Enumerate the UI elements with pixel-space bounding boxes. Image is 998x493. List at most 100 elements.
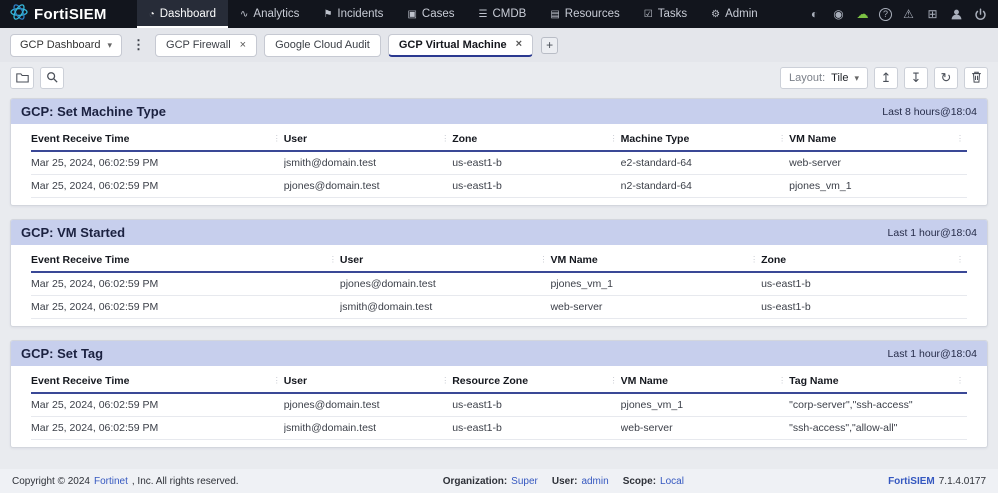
add-tab-button[interactable]: + xyxy=(541,36,559,54)
delete-button[interactable] xyxy=(964,67,988,89)
column-header[interactable]: VM Name xyxy=(550,247,762,273)
tab-gcp-firewall[interactable]: GCP Firewall × xyxy=(155,33,258,57)
column-header[interactable]: Resource Zone xyxy=(452,368,621,394)
brand[interactable]: FortiSIEM xyxy=(10,0,107,28)
table-cell: us-east1-b xyxy=(761,272,967,296)
column-header[interactable]: VM Name xyxy=(620,368,790,394)
dashboard-selector-label: GCP Dashboard xyxy=(20,39,101,51)
dashboard-tabs: GCP Firewall × Google Cloud Audit GCP Vi… xyxy=(155,33,534,57)
nav-item-incidents[interactable]: ⚑ Incidents xyxy=(311,0,395,28)
tab-label: GCP Virtual Machine xyxy=(398,38,507,51)
cloud-icon[interactable]: ☁ xyxy=(855,8,870,20)
import-button[interactable]: ↧ xyxy=(904,67,928,89)
brand-name: FortiSIEM xyxy=(34,5,107,23)
nav-item-cmdb[interactable]: ☰ CMDB xyxy=(467,0,539,28)
user-label: User: xyxy=(551,475,578,487)
panel-time-range: Last 1 hour@18:04 xyxy=(887,347,977,360)
table-row[interactable]: Mar 25, 2024, 06:02:59 PM jsmith@domain.t… xyxy=(31,295,967,319)
open-dashboard-folder-button[interactable] xyxy=(10,67,34,89)
table-cell: Mar 25, 2024, 06:02:59 PM xyxy=(31,393,284,417)
table-cell: jsmith@domain.test xyxy=(283,416,453,440)
footer: Copyright © 2024 Fortinet , Inc. All rig… xyxy=(0,469,998,493)
power-icon[interactable] xyxy=(973,7,988,21)
cmdb-icon: ☰ xyxy=(478,8,488,20)
table-cell: "corp-server","ssh-access" xyxy=(789,393,967,417)
tab-google-cloud-audit[interactable]: Google Cloud Audit xyxy=(264,33,381,57)
table-row[interactable]: Mar 25, 2024, 06:02:59 PM jsmith@domain.t… xyxy=(31,151,967,175)
download-icon: ↧ xyxy=(910,70,922,85)
apps-icon[interactable]: ⊞ xyxy=(925,8,940,20)
panel-gcp-set-machine-type: GCP: Set Machine Type Last 8 hours@18:04… xyxy=(10,98,988,206)
column-header[interactable]: User xyxy=(283,368,453,394)
table-cell: us-east1-b xyxy=(452,174,621,198)
table-cell: pjones@domain.test xyxy=(283,393,453,417)
nav-item-cases[interactable]: ▣ Cases xyxy=(395,0,466,28)
organization-value: Super xyxy=(511,475,538,487)
column-header[interactable]: Event Receive Time xyxy=(31,247,340,273)
column-header[interactable]: Machine Type xyxy=(620,126,790,152)
export-button[interactable]: ↥ xyxy=(874,67,898,89)
tasks-icon: ☑ xyxy=(643,8,653,20)
event-table: Event Receive TimeUserZoneMachine TypeVM… xyxy=(31,126,967,198)
table-cell: us-east1-b xyxy=(761,295,967,319)
panel-header[interactable]: GCP: Set Tag Last 1 hour@18:04 xyxy=(11,341,987,366)
column-header[interactable]: User xyxy=(283,126,453,152)
table-row[interactable]: Mar 25, 2024, 06:02:59 PM pjones@domain.t… xyxy=(31,393,967,417)
event-table: Event Receive TimeUserVM NameZoneMar 25,… xyxy=(31,247,967,319)
warning-icon[interactable]: ⚠ xyxy=(901,8,916,20)
user-icon[interactable] xyxy=(949,8,964,21)
kebab-menu-icon[interactable]: ⋮ xyxy=(130,37,147,53)
nav-item-dashboard[interactable]: ◔ Dashboard xyxy=(136,0,229,28)
dashboard-selector[interactable]: GCP Dashboard ▾ xyxy=(10,33,123,57)
user-value: admin xyxy=(581,475,609,487)
upload-icon: ↥ xyxy=(880,70,892,85)
close-icon[interactable]: × xyxy=(240,39,246,51)
fortisiem-link[interactable]: FortiSIEM xyxy=(888,476,935,487)
column-header[interactable]: VM Name xyxy=(789,126,967,152)
nav-item-label: Admin xyxy=(725,8,758,20)
eye-icon[interactable]: ◉ xyxy=(831,8,846,20)
panel-header[interactable]: GCP: Set Machine Type Last 8 hours@18:04 xyxy=(11,99,987,124)
incidents-icon: ⚑ xyxy=(323,8,333,20)
table-cell: web-server xyxy=(550,295,762,319)
fortisiem-logo-icon xyxy=(10,3,28,26)
table-row[interactable]: Mar 25, 2024, 06:02:59 PM jsmith@domain.t… xyxy=(31,416,967,440)
toolbar: Layout: Tile ▾ ↥ ↧ ↻ xyxy=(0,62,998,94)
nav-item-analytics[interactable]: ∿ Analytics xyxy=(228,0,311,28)
scope-value: Local xyxy=(660,475,684,487)
nav-item-resources[interactable]: ▤ Resources xyxy=(538,0,631,28)
table-cell: web-server xyxy=(789,151,967,175)
column-header[interactable]: Event Receive Time xyxy=(31,126,284,152)
column-header[interactable]: Event Receive Time xyxy=(31,368,284,394)
column-header[interactable]: Zone xyxy=(452,126,621,152)
help-icon[interactable]: ? xyxy=(879,7,892,21)
footer-version: FortiSIEM 7.1.4.0177 xyxy=(888,476,986,487)
table-row[interactable]: Mar 25, 2024, 06:02:59 PM pjones@domain.t… xyxy=(31,174,967,198)
dashboard-icon: ◔ xyxy=(148,8,155,20)
nav-item-label: Analytics xyxy=(253,8,300,20)
main-nav: ◔ Dashboard ∿ Analytics ⚑ Incidents ▣ Ca… xyxy=(136,0,770,28)
copyright-text: , Inc. All rights reserved. xyxy=(131,475,239,487)
nav-item-tasks[interactable]: ☑ Tasks xyxy=(632,0,699,28)
nav-item-admin[interactable]: ⚙ Admin xyxy=(699,0,770,28)
globe-icon[interactable]: ◐ xyxy=(807,8,822,20)
tab-label: GCP Firewall xyxy=(166,39,231,51)
column-header[interactable]: Tag Name xyxy=(789,368,967,394)
table-cell: jsmith@domain.test xyxy=(283,151,453,175)
fortinet-link[interactable]: Fortinet xyxy=(94,476,128,487)
layout-select[interactable]: Layout: Tile ▾ xyxy=(780,67,868,89)
panel-gcp-set-tag: GCP: Set Tag Last 1 hour@18:04 Event Rec… xyxy=(10,340,988,448)
table-cell: e2-standard-64 xyxy=(620,151,790,175)
chevron-down-icon: ▾ xyxy=(854,72,859,83)
table-row[interactable]: Mar 25, 2024, 06:02:59 PM pjones@domain.t… xyxy=(31,272,967,296)
refresh-button[interactable]: ↻ xyxy=(934,67,958,89)
column-header[interactable]: Zone xyxy=(761,247,967,273)
search-button[interactable] xyxy=(40,67,64,89)
panel-title: GCP: Set Tag xyxy=(21,346,104,361)
panel-title: GCP: VM Started xyxy=(21,225,126,240)
chevron-down-icon: ▾ xyxy=(107,39,113,50)
close-icon[interactable]: × xyxy=(516,39,522,50)
panel-header[interactable]: GCP: VM Started Last 1 hour@18:04 xyxy=(11,220,987,245)
tab-gcp-virtual-machine[interactable]: GCP Virtual Machine × xyxy=(387,33,534,57)
column-header[interactable]: User xyxy=(339,247,551,273)
